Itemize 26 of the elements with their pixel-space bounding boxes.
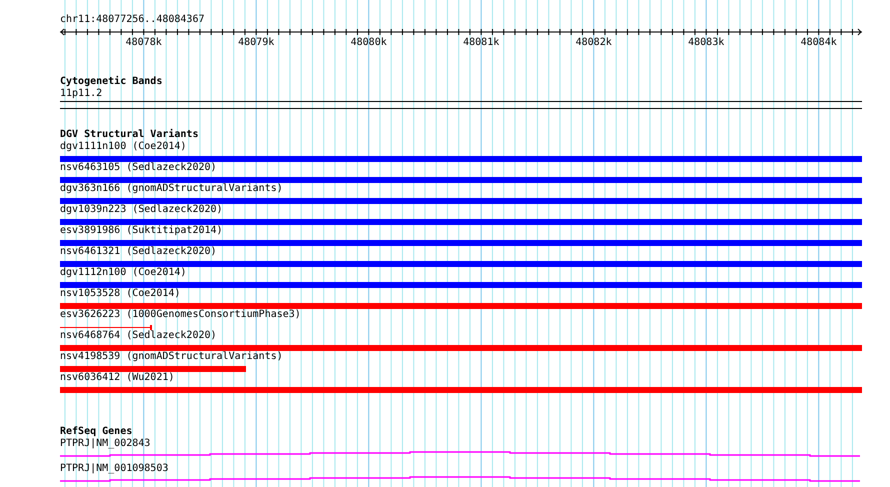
gene-label: PTPRJ|NM_001098503 (60, 463, 168, 475)
ruler-tick-label: 48083k (688, 37, 724, 48)
ruler-tick-label: 48081k (463, 37, 500, 48)
region-label: chr11:48077256..48084367 (60, 14, 204, 26)
ruler-tick-label: 48084k (800, 37, 837, 48)
track-title: Cytogenetic Bands (60, 76, 162, 88)
variant-label: nsv6461321 (Sedlazeck2020) (60, 246, 217, 258)
track-title: DGV Structural Variants (60, 129, 198, 141)
track-title: RefSeq Genes (60, 426, 132, 438)
variant-label: dgv363n166 (gnomADStructuralVariants) (60, 183, 283, 195)
ruler-tick-label: 48079k (238, 37, 274, 48)
variant-label: dgv1039n223 (Sedlazeck2020) (60, 204, 223, 216)
variant-label: nsv6468764 (Sedlazeck2020) (60, 330, 217, 342)
variant-label: nsv6036412 (Wu2021) (60, 372, 174, 384)
ruler-tick-label: 48082k (576, 37, 612, 48)
gene-label: PTPRJ|NM_002843 (60, 438, 150, 450)
ruler-tick-label: 48080k (350, 37, 387, 48)
band-label: 11p11.2 (60, 88, 102, 100)
variant-label: dgv1111n100 (Coe2014) (60, 141, 186, 153)
ruler-tick-label: 48078k (126, 37, 162, 48)
variant-label: dgv1112n100 (Coe2014) (60, 267, 186, 279)
variant-label: esv3891986 (Suktitipat2014) (60, 225, 223, 237)
variant-label: nsv4198539 (gnomADStructuralVariants) (60, 351, 283, 363)
variant-label: nsv6463105 (Sedlazeck2020) (60, 162, 217, 174)
variant-label: nsv1053528 (Coe2014) (60, 288, 180, 300)
variant-label: esv3626223 (1000GenomesConsortiumPhase3) (60, 309, 301, 321)
